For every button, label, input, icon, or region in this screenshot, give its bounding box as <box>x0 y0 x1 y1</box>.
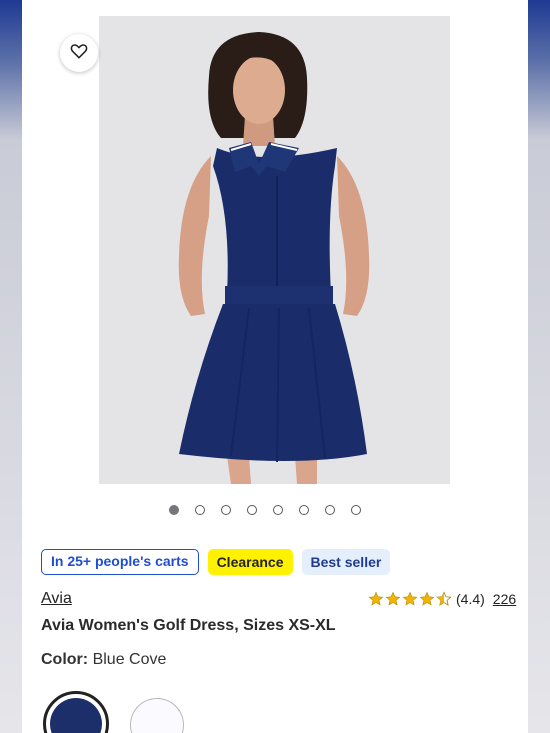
carousel-dot[interactable] <box>195 505 205 515</box>
heart-outline-icon <box>69 41 89 66</box>
product-photo-illustration <box>99 16 450 484</box>
carousel-dot[interactable] <box>325 505 335 515</box>
carousel-dot[interactable] <box>221 505 231 515</box>
best-seller-badge: Best seller <box>301 549 391 575</box>
carousel-dot[interactable] <box>299 505 309 515</box>
star-half-icon <box>436 591 452 606</box>
review-count-link[interactable]: 226 <box>493 591 516 607</box>
carousel-dot[interactable] <box>273 505 283 515</box>
swatch-white[interactable] <box>130 698 184 733</box>
rating-value: (4.4) <box>456 591 485 607</box>
star-full-icon <box>385 591 401 606</box>
color-value: Blue Cove <box>92 651 167 668</box>
product-image[interactable] <box>99 16 450 484</box>
carousel-dot[interactable] <box>351 505 361 515</box>
star-full-icon <box>368 591 384 606</box>
rating-summary[interactable]: (4.4) 226 <box>368 591 516 607</box>
image-carousel-dots <box>169 505 361 515</box>
product-card: In 25+ people's carts Clearance Best sel… <box>22 0 528 733</box>
star-full-icon <box>419 591 435 606</box>
color-selection-label: Color: Blue Cove <box>41 651 166 669</box>
carts-badge: In 25+ people's carts <box>41 549 199 575</box>
swatch-blue-cove[interactable] <box>43 691 109 733</box>
badge-row: In 25+ people's carts Clearance Best sel… <box>41 549 391 575</box>
product-title: Avia Women's Golf Dress, Sizes XS-XL <box>41 617 336 634</box>
favorite-button[interactable] <box>60 34 98 72</box>
brand-link[interactable]: Avia <box>41 590 72 608</box>
color-label: Color: <box>41 651 89 668</box>
star-rating <box>368 591 452 607</box>
carousel-dot[interactable] <box>169 505 179 515</box>
swatch-fill <box>50 698 102 733</box>
star-full-icon <box>402 591 418 606</box>
carousel-dot[interactable] <box>247 505 257 515</box>
clearance-badge: Clearance <box>207 549 293 575</box>
